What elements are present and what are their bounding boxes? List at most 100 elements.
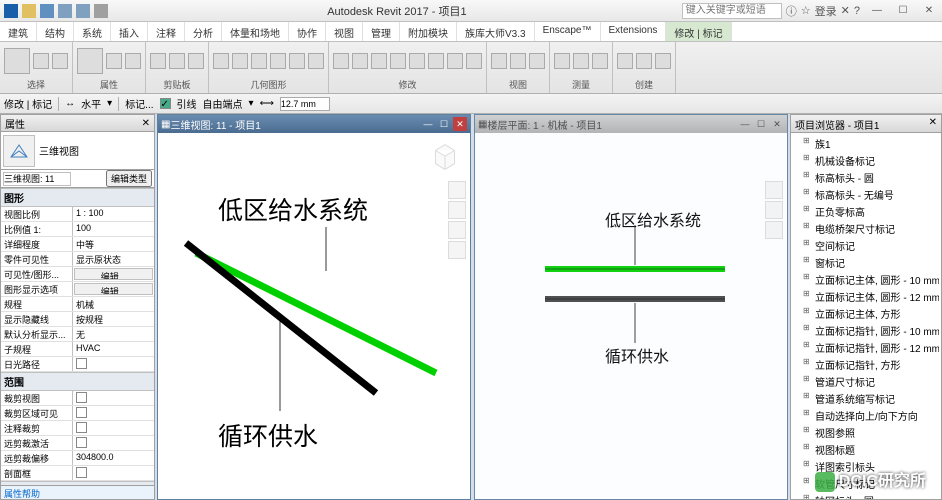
tree-node[interactable]: 空间标记 bbox=[793, 237, 939, 254]
ribbon-btn-icon[interactable] bbox=[636, 53, 652, 69]
prop-value[interactable]: 304800.0 bbox=[73, 451, 154, 465]
help-icon[interactable]: ? bbox=[854, 5, 860, 17]
tree-node[interactable]: 视图标题 bbox=[793, 441, 939, 458]
tree-node[interactable]: 立面标记指针, 圆形 - 10 mm bbox=[793, 322, 939, 339]
qat-undo-icon[interactable] bbox=[58, 4, 72, 18]
prop-section[interactable]: 图形 bbox=[1, 188, 154, 207]
view-max-icon[interactable]: ☐ bbox=[754, 117, 768, 131]
ribbon-btn-icon[interactable] bbox=[232, 53, 248, 69]
ribbon-btn-icon[interactable] bbox=[428, 53, 444, 69]
ribbon-btn-icon[interactable] bbox=[352, 53, 368, 69]
prop-row[interactable]: 显示隐藏线按规程 bbox=[1, 312, 154, 327]
ribbon-btn-icon[interactable] bbox=[491, 53, 507, 69]
ribbon-btn-icon[interactable] bbox=[592, 53, 608, 69]
prop-checkbox[interactable] bbox=[76, 422, 87, 433]
prop-value[interactable]: HVAC bbox=[73, 342, 154, 356]
prop-row[interactable]: 图形显示选项编辑... bbox=[1, 282, 154, 297]
tab-管理[interactable]: 管理 bbox=[363, 22, 400, 41]
exchange-icon[interactable]: ✕ bbox=[841, 4, 850, 17]
help-search-input[interactable] bbox=[682, 3, 782, 19]
maximize-button[interactable]: ☐ bbox=[890, 2, 916, 20]
tree-node[interactable]: 软管尺寸标记 bbox=[793, 475, 939, 492]
ribbon-btn-icon[interactable] bbox=[554, 53, 570, 69]
prop-checkbox[interactable] bbox=[76, 407, 87, 418]
ribbon-btn-icon[interactable] bbox=[510, 53, 526, 69]
tab-Enscape™[interactable]: Enscape™ bbox=[535, 22, 601, 41]
tag-button[interactable]: 标记... bbox=[125, 96, 153, 111]
tree-node[interactable]: 管道尺寸标记 bbox=[793, 373, 939, 390]
tree-node[interactable]: 详图索引标头 bbox=[793, 458, 939, 475]
ribbon-btn-icon[interactable] bbox=[125, 53, 141, 69]
tree-node[interactable]: 立面标记指针, 方形 bbox=[793, 356, 939, 373]
prop-value[interactable]: 编辑... bbox=[74, 268, 153, 280]
view-min-icon[interactable]: — bbox=[421, 117, 435, 131]
ribbon-btn-icon[interactable] bbox=[447, 53, 463, 69]
dim-input[interactable] bbox=[280, 97, 330, 111]
tree-node[interactable]: 自动选择向上/向下方向 bbox=[793, 407, 939, 424]
prop-row[interactable]: 剖面框 bbox=[1, 466, 154, 481]
ribbon-btn-icon[interactable] bbox=[390, 53, 406, 69]
close-button[interactable]: ✕ bbox=[916, 2, 942, 20]
tab-体量和场地[interactable]: 体量和场地 bbox=[222, 22, 289, 41]
view-min-icon[interactable]: — bbox=[738, 117, 752, 131]
prop-value[interactable] bbox=[73, 466, 154, 480]
star-icon[interactable]: ☆ bbox=[801, 4, 811, 17]
ribbon-btn-icon[interactable] bbox=[150, 53, 166, 69]
ribbon-btn-icon[interactable] bbox=[77, 48, 103, 74]
prop-section[interactable]: 范围 bbox=[1, 372, 154, 391]
tree-node[interactable]: 标高标头 - 圆 bbox=[793, 169, 939, 186]
view-max-icon[interactable]: ☐ bbox=[437, 117, 451, 131]
nav-zoom-icon[interactable] bbox=[765, 221, 783, 239]
qat-save-icon[interactable] bbox=[40, 4, 54, 18]
ribbon-btn-icon[interactable] bbox=[529, 53, 545, 69]
prop-value[interactable] bbox=[73, 421, 154, 435]
tree-node[interactable]: 立面标记主体, 圆形 - 12 mm bbox=[793, 288, 939, 305]
prop-row[interactable]: 远剪裁激活 bbox=[1, 436, 154, 451]
ribbon-btn-icon[interactable] bbox=[617, 53, 633, 69]
prop-value[interactable]: 1 : 100 bbox=[73, 207, 154, 221]
prop-row[interactable]: 可见性/图形...编辑... bbox=[1, 267, 154, 282]
tab-结构[interactable]: 结构 bbox=[37, 22, 74, 41]
tree-node[interactable]: 轴网标头 - 圆 bbox=[793, 492, 939, 499]
tree-node[interactable]: 机械设备标记 bbox=[793, 152, 939, 169]
qat-print-icon[interactable] bbox=[94, 4, 108, 18]
ribbon-btn-icon[interactable] bbox=[573, 53, 589, 69]
prop-value[interactable]: 按规程 bbox=[73, 312, 154, 326]
type-thumbnail[interactable] bbox=[3, 135, 35, 167]
prop-checkbox[interactable] bbox=[76, 467, 87, 478]
instance-selector[interactable] bbox=[3, 172, 71, 186]
view-close-icon[interactable]: ✕ bbox=[770, 117, 784, 131]
prop-value[interactable] bbox=[73, 391, 154, 405]
pipe-label-2[interactable]: 循环供水 bbox=[218, 417, 318, 453]
prop-value[interactable] bbox=[73, 406, 154, 420]
prop-value[interactable]: 编辑... bbox=[74, 283, 153, 295]
ribbon-btn-icon[interactable] bbox=[33, 53, 49, 69]
tab-系统[interactable]: 系统 bbox=[74, 22, 111, 41]
tab-插入[interactable]: 插入 bbox=[111, 22, 148, 41]
ribbon-btn-icon[interactable] bbox=[213, 53, 229, 69]
prop-row[interactable]: 裁剪视图 bbox=[1, 391, 154, 406]
ribbon-btn-icon[interactable] bbox=[308, 53, 324, 69]
properties-close-icon[interactable]: ✕ bbox=[142, 118, 150, 129]
ribbon-btn-icon[interactable] bbox=[251, 53, 267, 69]
tree-node[interactable]: 管道系统缩写标记 bbox=[793, 390, 939, 407]
prop-checkbox[interactable] bbox=[76, 437, 87, 448]
tab-视图[interactable]: 视图 bbox=[326, 22, 363, 41]
ribbon-btn-icon[interactable] bbox=[655, 53, 671, 69]
ribbon-btn-icon[interactable] bbox=[188, 53, 204, 69]
orient-icon[interactable]: ↔ bbox=[65, 98, 75, 109]
prop-row[interactable]: 默认分析显示...无 bbox=[1, 327, 154, 342]
tab-建筑[interactable]: 建筑 bbox=[0, 22, 37, 41]
ribbon-btn-icon[interactable] bbox=[409, 53, 425, 69]
ribbon-btn-icon[interactable] bbox=[270, 53, 286, 69]
login-link[interactable]: 登录 bbox=[815, 3, 837, 19]
tab-族库大师V3.3[interactable]: 族库大师V3.3 bbox=[457, 22, 535, 41]
nav-pan-icon[interactable] bbox=[765, 201, 783, 219]
prop-checkbox[interactable] bbox=[76, 358, 87, 369]
tree-node[interactable]: 视图参照 bbox=[793, 424, 939, 441]
leader-checkbox[interactable]: ✓ bbox=[160, 98, 171, 109]
prop-value[interactable] bbox=[73, 436, 154, 450]
prop-row[interactable]: 详细程度中等 bbox=[1, 237, 154, 252]
qat-redo-icon[interactable] bbox=[76, 4, 90, 18]
prop-row[interactable]: 裁剪区域可见 bbox=[1, 406, 154, 421]
